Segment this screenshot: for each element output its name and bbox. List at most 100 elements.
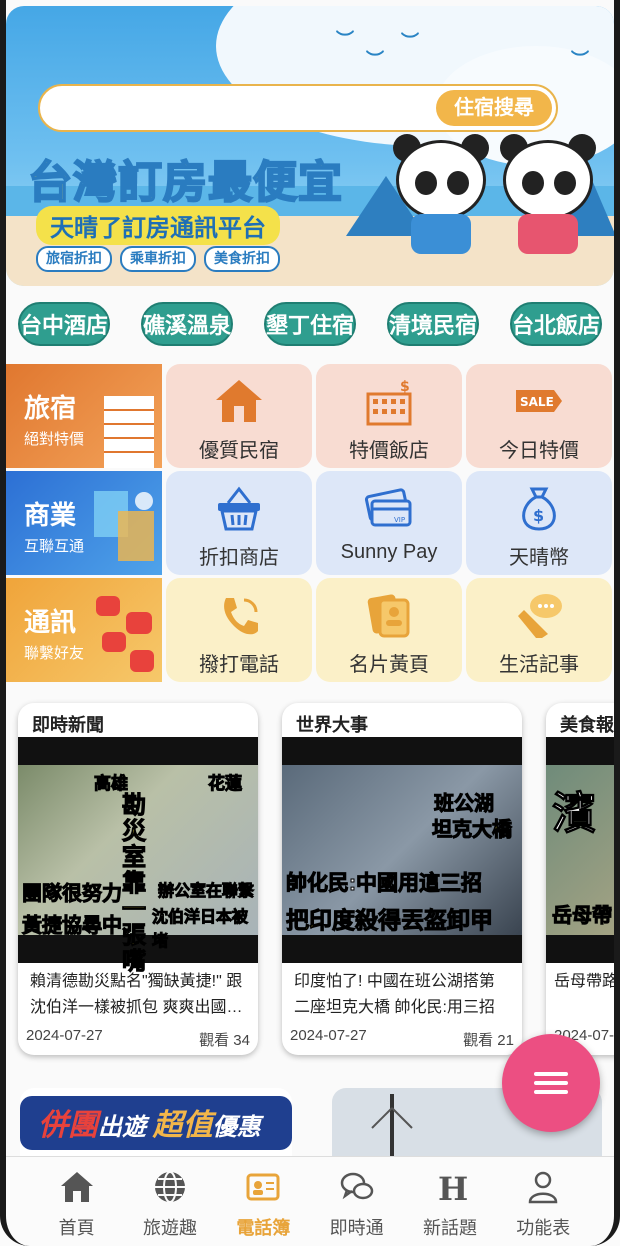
hamburger-icon <box>534 1072 568 1076</box>
news-channel: 世界大事 <box>296 715 368 735</box>
nav-travel-fun[interactable]: 旅遊趣 <box>130 1157 210 1246</box>
category-communication[interactable]: 通訊 聯繫好友 <box>4 578 162 682</box>
house-icon <box>216 380 262 422</box>
news-title: 岳母帶路 場周遭美 <box>554 973 620 990</box>
nav-label: 電話簿 <box>236 1218 291 1238</box>
tile-label: 折扣商店 <box>199 547 279 569</box>
social-icons-decoration <box>96 596 154 672</box>
news-thumbnail[interactable]: 高雄 花蓮 勘災室靠一張嘴 團隊很努力 黃捷協尋中、 辦公室在聯繫 沈伯洋日本被… <box>18 737 258 975</box>
tile-today-special[interactable]: SALE 今日特價 <box>466 364 612 468</box>
news-date: 2024-07-27 <box>290 1027 367 1044</box>
nav-phonebook[interactable]: 電話簿 <box>223 1157 303 1246</box>
pill-qingjing-bnb[interactable]: 清境民宿 <box>387 302 479 346</box>
thumb-caption: 辦公室在聯繫 <box>157 883 255 901</box>
home-icon <box>60 1172 93 1202</box>
news-date: 2024-07-27 <box>26 1027 103 1044</box>
tile-label: Sunny Pay <box>340 541 438 563</box>
panda-mascot-icon <box>498 134 598 254</box>
chat-bubbles-icon <box>340 1172 373 1200</box>
user-icon <box>529 1171 558 1204</box>
news-thumbnail[interactable]: 班公湖 坦克大橋 帥化民:中國用這三招 把印度殺得丟盔卸甲 <box>282 737 522 963</box>
banner-subtitle: 天晴了訂房通訊平台 <box>36 206 280 245</box>
nav-instant-chat[interactable]: 即時通 <box>317 1157 397 1246</box>
news-thumbnail[interactable]: 濱 岳母帶 <box>546 737 620 963</box>
news-view-count: 觀看 34 <box>199 1032 250 1049</box>
pill-kenting-lodging[interactable]: 墾丁住宿 <box>264 302 356 346</box>
category-title: 商業 <box>24 500 77 530</box>
category-lodging[interactable]: 旅宿 絕對特價 <box>4 364 162 468</box>
hero-banner[interactable]: ︶ ︶ ︶ ︶ 住宿搜尋 台灣訂房最便宜 天晴了訂房通訊平台 旅宿折扣 乘車折扣… <box>6 6 614 286</box>
business-network-icon <box>94 491 154 561</box>
tile-discount-store[interactable]: 折扣商店 <box>166 471 312 575</box>
tile-make-call[interactable]: 撥打電話 <box>166 578 312 682</box>
category-business[interactable]: 商業 互聯互通 <box>4 471 162 575</box>
tile-sunny-coin[interactable]: $ 天晴幣 <box>466 471 612 575</box>
svg-text:$: $ <box>400 379 410 395</box>
thumb-caption: 帥化民:中國用這三招 <box>286 872 483 896</box>
news-channel: 即時新聞 <box>32 715 104 735</box>
panda-mascot-icon <box>391 134 491 254</box>
tile-label: 特價飯店 <box>349 440 429 462</box>
svg-text:VIP: VIP <box>394 516 405 524</box>
grid-row-business: 商業 互聯互通 折扣商店 VIP Sunny Pay $ 天晴幣 <box>4 471 616 575</box>
app-screen: ︶ ︶ ︶ ︶ 住宿搜尋 台灣訂房最便宜 天晴了訂房通訊平台 旅宿折扣 乘車折扣… <box>0 0 620 1246</box>
globe-icon <box>154 1171 185 1203</box>
nav-label: 新話題 <box>422 1218 477 1238</box>
tile-label: 生活記事 <box>499 654 579 676</box>
bird-icon: ︶ <box>336 30 354 50</box>
group-tour-promo-banner[interactable]: 併團出遊 超值優惠 <box>20 1088 292 1158</box>
bird-icon: ︶ <box>366 50 384 70</box>
bottom-navigation: 首頁 旅遊趣 電話簿 即時通 H 新話題 功能表 <box>0 1156 620 1246</box>
tile-label: 天晴幣 <box>509 547 569 569</box>
nav-home[interactable]: 首頁 <box>37 1157 117 1246</box>
banner-tag: 美食折扣 <box>204 246 280 272</box>
grid-row-communication: 通訊 聯繫好友 撥打電話 名片黃頁 生活記事 <box>4 578 616 682</box>
tile-label: 名片黃頁 <box>349 654 429 676</box>
tile-quality-bnb[interactable]: 優質民宿 <box>166 364 312 468</box>
category-subtitle: 聯繫好友 <box>24 645 85 662</box>
menu-fab-button[interactable] <box>502 1034 600 1132</box>
tile-life-notes[interactable]: 生活記事 <box>466 578 612 682</box>
bird-icon: ︶ <box>571 50 589 70</box>
nav-new-topics[interactable]: H 新話題 <box>410 1157 490 1246</box>
banner-title: 台灣訂房最便宜 <box>27 157 343 208</box>
pill-jiaoxi-hotspring[interactable]: 礁溪溫泉 <box>141 302 233 346</box>
news-card[interactable]: 即時新聞 高雄 花蓮 勘災室靠一張嘴 團隊很努力 黃捷協尋中、 辦公室在聯繫 沈… <box>18 703 258 1055</box>
nav-label: 旅遊趣 <box>142 1218 197 1238</box>
svg-text:$: $ <box>533 506 544 525</box>
business-card-icon <box>367 594 410 638</box>
promo-text: 併團出遊 超值優惠 <box>38 1109 261 1142</box>
news-card[interactable]: 世界大事 班公湖 坦克大橋 帥化民:中國用這三招 把印度殺得丟盔卸甲 印度怕了!… <box>282 703 522 1055</box>
money-bag-icon: $ <box>522 487 556 531</box>
thumb-caption: 高雄 <box>94 774 129 794</box>
thumb-caption: 團隊很努力 <box>22 883 123 906</box>
news-channel: 美食報報 <box>560 715 620 735</box>
thumb-caption: 岳母帶 <box>552 905 613 928</box>
thumb-caption: 沈伯洋日本被堵 <box>152 909 249 951</box>
search-input[interactable]: 住宿搜尋 <box>38 84 558 132</box>
phone-icon <box>224 598 258 635</box>
category-title: 旅宿 <box>24 393 77 423</box>
thumb-caption: 花蓮 <box>208 774 243 794</box>
nav-label: 首頁 <box>58 1218 95 1238</box>
banner-tags: 旅宿折扣 乘車折扣 美食折扣 <box>36 246 280 272</box>
thumb-caption: 班公湖 <box>434 793 495 816</box>
category-title: 通訊 <box>24 607 77 637</box>
tile-sunny-pay[interactable]: VIP Sunny Pay <box>316 471 462 575</box>
pencil-note-icon <box>518 594 562 638</box>
thumb-caption: 勘災室靠一張嘴 <box>122 792 147 975</box>
news-card[interactable]: 美食報報 濱 岳母帶 岳母帶路 場周遭美 2024-07- <box>546 703 620 1055</box>
lodging-search-button[interactable]: 住宿搜尋 <box>436 90 552 126</box>
pill-taipei-hotel[interactable]: 台北飯店 <box>510 302 602 346</box>
pill-taichung-hotel[interactable]: 台中酒店 <box>18 302 110 346</box>
tile-business-card-directory[interactable]: 名片黃頁 <box>316 578 462 682</box>
hotel-building-icon: $ <box>366 379 412 426</box>
tile-discount-hotel[interactable]: $ 特價飯店 <box>316 364 462 468</box>
thumb-caption: 坦克大橋 <box>432 819 513 842</box>
nav-menu[interactable]: 功能表 <box>503 1157 583 1246</box>
news-title: 印度怕了! 中國在班公湖搭第二座坦克大橋 帥化民:用三招把… <box>294 973 495 1016</box>
banner-tag: 乘車折扣 <box>120 246 196 272</box>
tile-label: 優質民宿 <box>199 440 279 462</box>
news-view-count: 觀看 21 <box>463 1032 514 1049</box>
thumb-caption: 濱 <box>552 789 597 839</box>
